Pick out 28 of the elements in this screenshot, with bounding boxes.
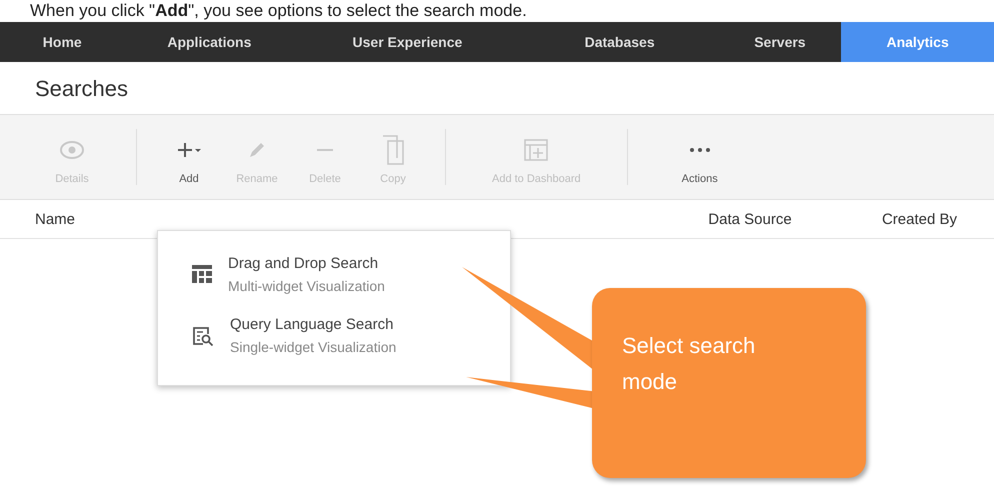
menu-item-subtitle: Multi-widget Visualization bbox=[228, 278, 385, 294]
menu-item-title: Drag and Drop Search bbox=[228, 255, 380, 272]
nav-tab[interactable]: Home bbox=[0, 22, 124, 62]
menu-item[interactable]: Drag and Drop Search Multi-widget Visualization bbox=[158, 249, 510, 310]
menu-item[interactable]: Query Language Search Single-widget Visualization bbox=[158, 310, 510, 371]
page-title: Searches bbox=[35, 76, 128, 102]
menu-item-subtitle: Single-widget Visualization bbox=[230, 339, 396, 355]
eye-icon bbox=[60, 140, 84, 160]
pencil-icon bbox=[247, 140, 267, 160]
caption-text: When you click "Add", you see options to select the search mode. bbox=[30, 0, 528, 22]
menu-item-title: Query Language Search bbox=[230, 316, 394, 333]
grid-table-icon bbox=[192, 265, 212, 283]
ellipsis-icon bbox=[688, 147, 711, 153]
nav-tab[interactable]: Databases bbox=[520, 22, 719, 62]
dashboard-add-icon bbox=[524, 139, 548, 161]
plus-caret-icon bbox=[176, 140, 202, 160]
column-header[interactable]: Data Source bbox=[708, 210, 792, 228]
document-search-icon bbox=[192, 326, 214, 346]
minus-icon bbox=[316, 149, 334, 151]
toolbar-button[interactable]: Add bbox=[157, 129, 221, 185]
nav-tab[interactable]: User Experience bbox=[294, 22, 521, 62]
nav-tab[interactable]: Servers bbox=[718, 22, 842, 62]
callout-bubble: Select search mode bbox=[592, 288, 866, 478]
toolbar-button[interactable]: Actions bbox=[668, 129, 732, 185]
copy-icon bbox=[382, 135, 404, 165]
column-header[interactable]: Created By bbox=[882, 210, 958, 228]
column-header[interactable]: Name bbox=[35, 210, 76, 228]
nav-tab[interactable]: Applications bbox=[124, 22, 294, 62]
